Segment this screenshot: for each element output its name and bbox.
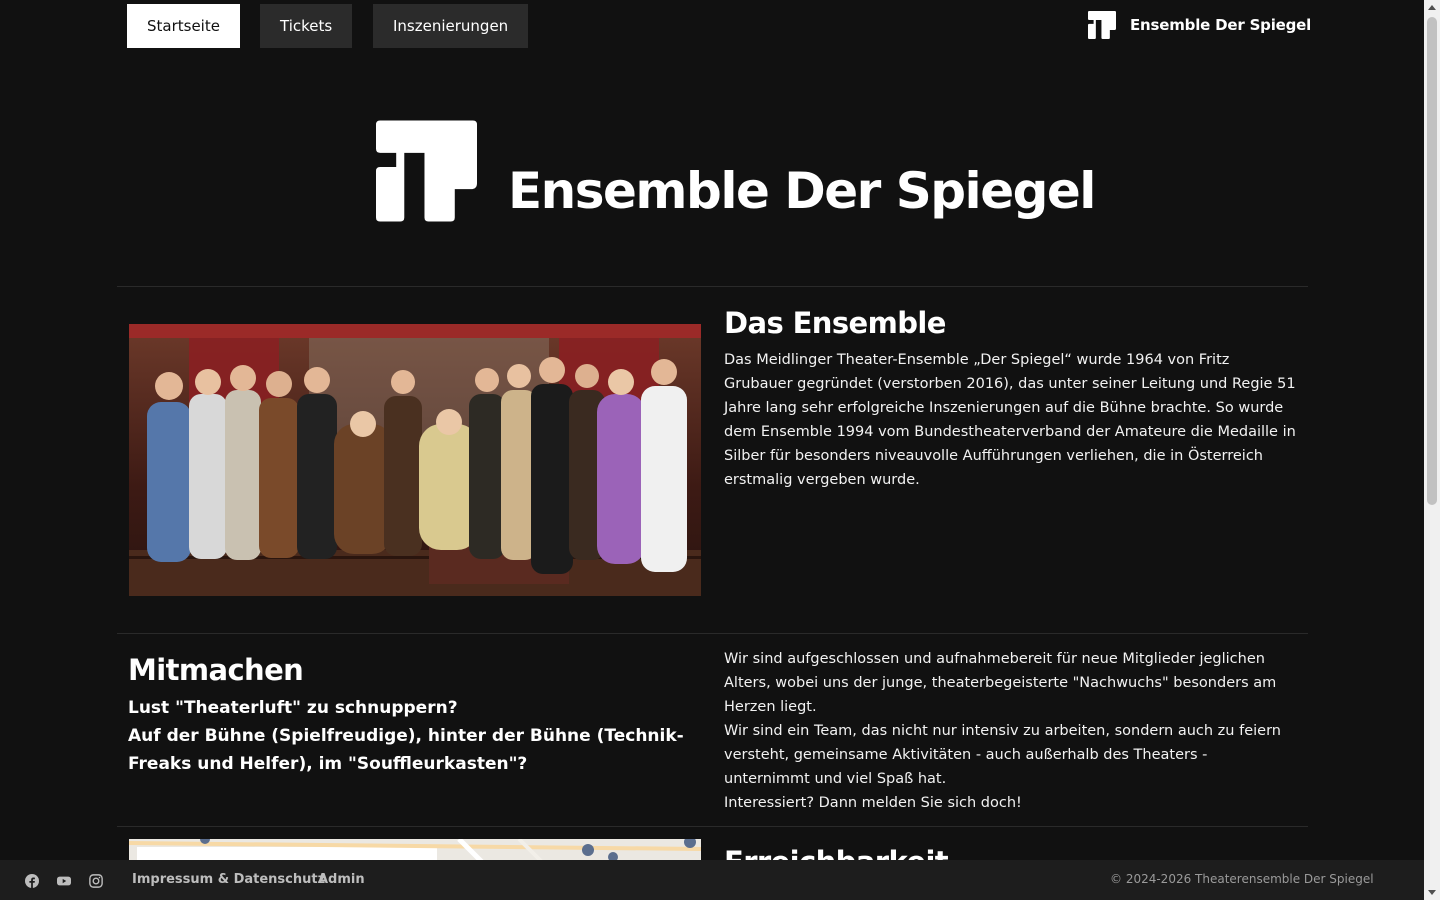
scroll-down-arrow-icon[interactable] bbox=[1424, 884, 1440, 900]
brand-name: Ensemble Der Spiegel bbox=[1130, 16, 1312, 34]
mitmachen-subtitle-1: Lust "Theaterluft" zu schnuppern? bbox=[128, 698, 458, 718]
page: Startseite Tickets Inszenierungen Ensemb… bbox=[0, 0, 1424, 900]
ensemble-text: Das Meidlinger Theater-Ensemble „Der Spi… bbox=[724, 352, 1296, 488]
theater-logo-icon bbox=[376, 120, 477, 222]
divider bbox=[117, 286, 1308, 287]
scroll-up-arrow-icon[interactable] bbox=[1424, 0, 1440, 16]
nav-startseite[interactable]: Startseite bbox=[127, 4, 240, 48]
hero-title: Ensemble Der Spiegel bbox=[508, 162, 1096, 220]
instagram-icon[interactable] bbox=[89, 874, 103, 888]
mitmachen-heading: Mitmachen bbox=[128, 653, 304, 687]
ensemble-heading: Das Ensemble bbox=[724, 306, 946, 340]
youtube-icon[interactable] bbox=[57, 874, 71, 888]
facebook-icon[interactable] bbox=[25, 874, 39, 888]
impressum-link[interactable]: Impressum & Datenschutz bbox=[132, 872, 325, 887]
nav-tickets[interactable]: Tickets bbox=[260, 4, 353, 48]
mitmachen-subtitle-2: Auf der Bühne (Spielfreudige), hinter de… bbox=[128, 726, 684, 774]
brand-link[interactable]: Ensemble Der Spiegel bbox=[1088, 10, 1311, 40]
vertical-scrollbar[interactable] bbox=[1424, 0, 1440, 900]
nav-inszenierungen[interactable]: Inszenierungen bbox=[373, 4, 529, 48]
mitmachen-paragraph-1: Wir sind aufgeschlossen und aufnahmebere… bbox=[724, 651, 1277, 715]
divider bbox=[117, 826, 1308, 827]
mitmachen-paragraph-3: Interessiert? Dann melden Sie sich doch! bbox=[724, 795, 1022, 811]
theater-logo-icon bbox=[1088, 11, 1116, 39]
ensemble-photo bbox=[129, 324, 701, 596]
divider bbox=[117, 633, 1308, 634]
copyright: © 2024-2026 Theaterensemble Der Spiegel bbox=[1110, 872, 1374, 886]
admin-link[interactable]: Admin bbox=[318, 872, 365, 887]
scrollbar-thumb[interactable] bbox=[1427, 17, 1437, 505]
mitmachen-paragraph-2: Wir sind ein Team, das nicht nur intensi… bbox=[724, 723, 1281, 787]
